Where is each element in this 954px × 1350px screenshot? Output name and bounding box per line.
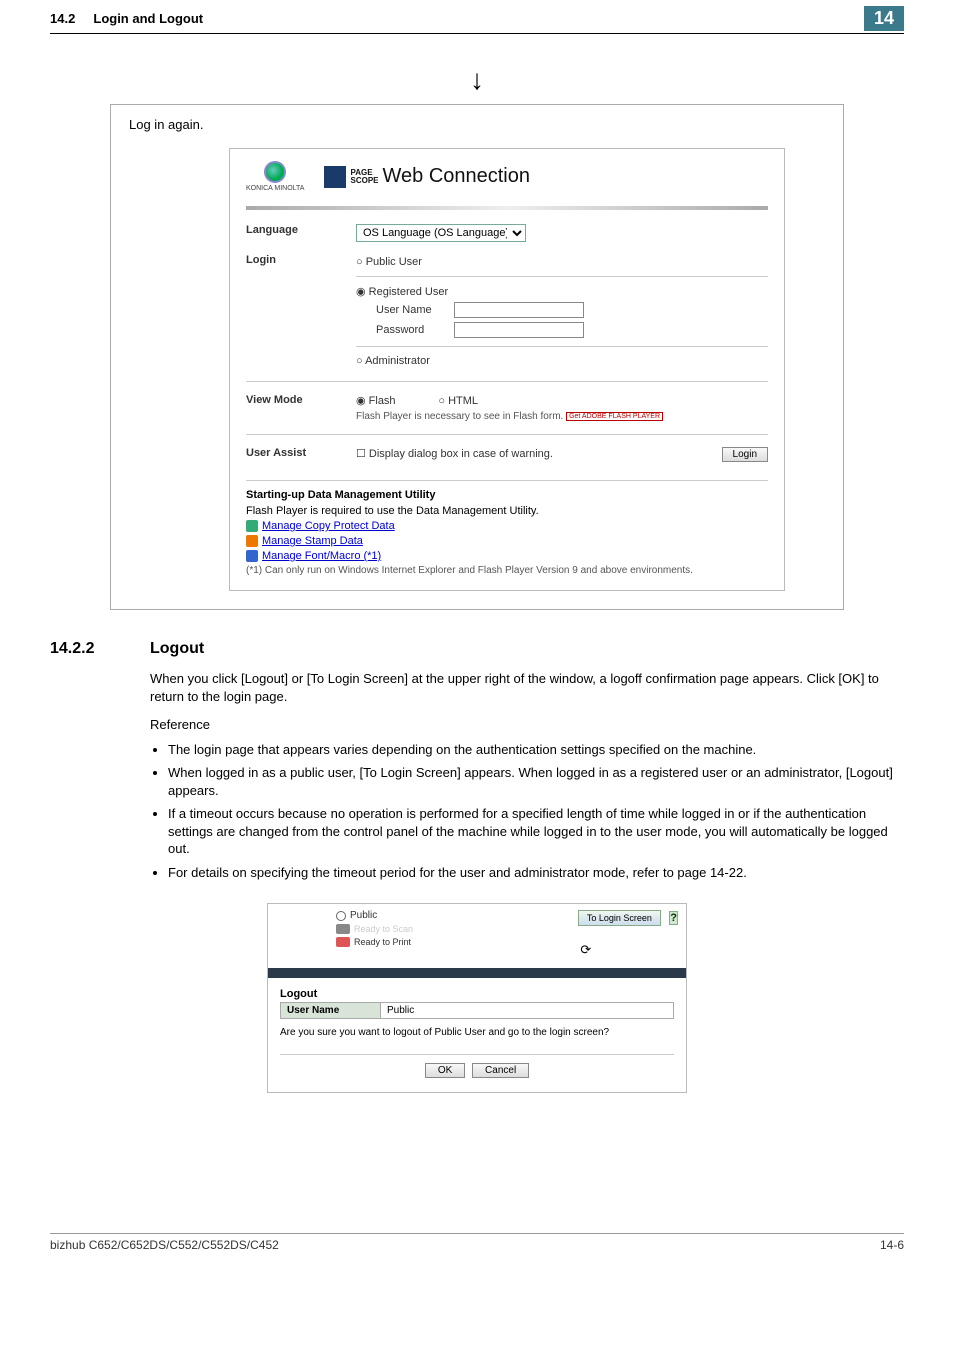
current-user: Public: [336, 910, 413, 921]
dmu-title: Starting-up Data Management Utility: [246, 489, 768, 501]
ps-main-title: Web Connection: [383, 165, 531, 188]
help-icon[interactable]: ?: [669, 911, 678, 925]
login-caption: Log in again.: [129, 117, 825, 132]
language-label: Language: [246, 224, 356, 236]
logout-buttons: OK Cancel: [280, 1063, 674, 1078]
divider: [246, 434, 768, 435]
logout-title: Logout: [280, 988, 674, 1000]
pagescope-title: PAGESCOPE Web Connection: [324, 165, 530, 188]
logout-question: Are you sure you want to logout of Publi…: [280, 1027, 674, 1038]
section-number: 14.2.2: [50, 640, 120, 658]
down-arrow-icon: ↓: [50, 64, 904, 96]
logo-row: KONICA MINOLTA PAGESCOPE Web Connection: [230, 149, 784, 200]
user-icon: [336, 911, 346, 921]
dmu-note: Flash Player is required to use the Data…: [246, 505, 768, 517]
header-sec-num: 14.2: [50, 11, 75, 26]
username-label: User Name: [376, 304, 446, 316]
font-macro-icon: [246, 550, 258, 562]
bullet-item: For details on specifying the timeout pe…: [168, 864, 904, 882]
logout-user-table: User Name Public: [280, 1002, 674, 1019]
cancel-button[interactable]: Cancel: [472, 1063, 529, 1078]
logout-screenshot: Public Ready to Scan Ready to Print To L…: [267, 903, 687, 1093]
password-row: Password: [376, 320, 768, 340]
section-body: When you click [Logout] or [To Login Scr…: [150, 670, 904, 735]
username-header: User Name: [281, 1003, 381, 1018]
dark-bar: [268, 968, 686, 978]
userassist-label: User Assist: [246, 447, 356, 459]
divider: [356, 276, 768, 277]
viewmode-label: View Mode: [246, 394, 356, 406]
dmu-section: Starting-up Data Management Utility Flas…: [230, 481, 784, 590]
language-select[interactable]: OS Language (OS Language): [356, 224, 526, 242]
chapter-badge: 14: [864, 6, 904, 31]
flash-note: Flash Player is necessary to see in Flas…: [356, 411, 768, 422]
manage-stamp-link[interactable]: Manage Stamp Data: [262, 535, 363, 547]
administrator-option[interactable]: ○ Administrator: [356, 353, 768, 369]
flashplayer-badge-icon[interactable]: Get ADOBE FLASH PLAYER: [566, 412, 663, 421]
password-label: Password: [376, 324, 446, 336]
language-row: Language OS Language (OS Language): [246, 218, 768, 248]
header-sec-title: Login and Logout: [93, 11, 203, 26]
flash-option[interactable]: ◉ Flash: [356, 395, 396, 407]
manage-font-macro-link[interactable]: Manage Font/Macro (*1): [262, 550, 381, 562]
konica-minolta-logo: KONICA MINOLTA: [246, 161, 304, 192]
login-screenshot: Log in again. KONICA MINOLTA PAGESCOPE W…: [110, 104, 844, 610]
dmu-note2: (*1) Can only run on Windows Internet Ex…: [246, 565, 768, 576]
footer-page: 14-6: [880, 1238, 904, 1252]
registered-user-option[interactable]: ◉ Registered User: [356, 283, 768, 300]
login-button[interactable]: Login: [722, 447, 768, 462]
logout-body: Logout User Name Public Are you sure you…: [268, 978, 686, 1092]
print-status: Ready to Print: [336, 937, 413, 947]
stamp-icon: [246, 535, 258, 547]
dmu-link3-row: Manage Font/Macro (*1): [246, 550, 768, 562]
dmu-link1-row: Manage Copy Protect Data: [246, 520, 768, 532]
page-footer: bizhub C652/C652DS/C552/C552DS/C452 14-6: [50, 1233, 904, 1252]
reference-label: Reference: [150, 716, 904, 734]
section-title: Logout: [150, 640, 204, 658]
page-header: 14.2 Login and Logout 14: [50, 0, 904, 34]
divider: [246, 381, 768, 382]
bullet-item: If a timeout occurs because no operation…: [168, 805, 904, 858]
divider: [356, 346, 768, 347]
copy-protect-icon: [246, 520, 258, 532]
reference-list: The login page that appears varies depen…: [168, 741, 904, 882]
dmu-link2-row: Manage Stamp Data: [246, 535, 768, 547]
pagescope-icon: [324, 166, 346, 188]
logout-topbar: Public Ready to Scan Ready to Print To L…: [268, 904, 686, 964]
username-value: Public: [381, 1003, 673, 1018]
section-heading: 14.2.2 Logout: [50, 640, 904, 658]
scan-status: Ready to Scan: [336, 924, 413, 934]
web-connection-panel: KONICA MINOLTA PAGESCOPE Web Connection …: [229, 148, 785, 591]
globe-icon: [264, 161, 286, 183]
login-label: Login: [246, 254, 356, 266]
public-user-option[interactable]: ○ Public User: [356, 254, 768, 270]
viewmode-row: View Mode ◉ Flash ○ HTML Flash Player is…: [246, 388, 768, 428]
username-row: User Name: [376, 300, 768, 320]
userassist-row: User Assist ☐ Display dialog box in case…: [246, 441, 768, 468]
refresh-icon[interactable]: ⟳: [578, 942, 594, 958]
login-row: Login ○ Public User ◉ Registered User Us…: [246, 248, 768, 375]
bullet-item: When logged in as a public user, [To Log…: [168, 764, 904, 799]
username-input[interactable]: [454, 302, 584, 318]
footer-model: bizhub C652/C652DS/C552/C552DS/C452: [50, 1238, 279, 1252]
ok-button[interactable]: OK: [425, 1063, 465, 1078]
header-section-title: 14.2 Login and Logout: [50, 11, 203, 26]
manage-copy-protect-link[interactable]: Manage Copy Protect Data: [262, 520, 395, 532]
ps-small-label: PAGESCOPE: [350, 169, 378, 185]
to-login-screen-button[interactable]: To Login Screen: [578, 910, 661, 926]
html-option[interactable]: ○ HTML: [438, 395, 478, 407]
printer-icon: [336, 937, 350, 947]
password-input[interactable]: [454, 322, 584, 338]
km-brand-text: KONICA MINOLTA: [246, 185, 304, 192]
bullet-item: The login page that appears varies depen…: [168, 741, 904, 759]
login-form: Language OS Language (OS Language) Login…: [230, 210, 784, 480]
userassist-checkbox[interactable]: ☐ Display dialog box in case of warning.: [356, 448, 553, 460]
divider: [280, 1054, 674, 1055]
scanner-icon: [336, 924, 350, 934]
section-para: When you click [Logout] or [To Login Scr…: [150, 670, 904, 706]
